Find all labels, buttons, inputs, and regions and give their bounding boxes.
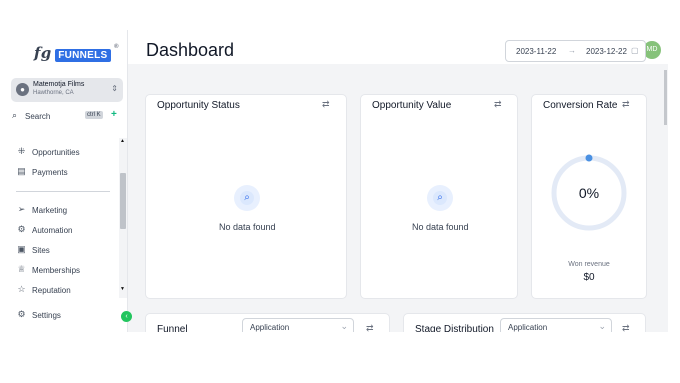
sidebar-item-label: Sites: [32, 246, 50, 255]
sidebar-item-label: Marketing: [32, 206, 68, 215]
arrow-right-icon: →: [568, 46, 576, 55]
payments-icon: ▤: [17, 166, 26, 176]
collapse-sidebar-icon[interactable]: ‹: [121, 311, 132, 322]
account-name: Matemotja Films: [33, 81, 85, 88]
app-window: fg FUNNELS ® ● Matemotja Films Hawthorne…: [0, 30, 668, 332]
funnel-card: Funnel Application ⌄ ⇄: [145, 313, 390, 332]
date-start: 2023-11-22: [516, 47, 557, 56]
opportunity-status-card: Opportunity Status ⇄ ⌕ No data found: [145, 94, 347, 299]
select-value: Application: [250, 323, 290, 332]
sidebar-item-label: Reputation: [32, 286, 71, 295]
search-shortcut: ctrl K: [85, 111, 103, 119]
memberships-icon: ♕: [17, 264, 26, 274]
empty-state-icon: ⌕: [234, 185, 260, 211]
calendar-icon: ▢: [631, 46, 639, 55]
account-switcher[interactable]: ● Matemotja Films Hawthorne, CA ⇕: [11, 78, 123, 102]
swap-icon[interactable]: ⇄: [366, 323, 374, 332]
sidebar-item-label: Opportunities: [32, 148, 80, 157]
select-value: Application: [508, 323, 548, 332]
funnel-select[interactable]: Application ⌄: [242, 318, 354, 332]
sidebar: fg FUNNELS ® ● Matemotja Films Hawthorne…: [0, 30, 128, 332]
logo-fg: fg: [34, 44, 52, 62]
card-title: Stage Distribution: [415, 324, 494, 332]
chevron-down-icon: ⌄: [598, 321, 606, 331]
opportunity-value-card: Opportunity Value ⇄ ⌕ No data found: [360, 94, 518, 299]
empty-state-text: No data found: [219, 222, 276, 232]
swap-icon[interactable]: ⇄: [494, 99, 502, 110]
chevron-updown-icon: ⇕: [111, 84, 118, 93]
search-icon: ⌕: [433, 191, 447, 205]
swap-icon[interactable]: ⇄: [622, 99, 630, 110]
search-icon: ⌕: [240, 191, 254, 205]
brand-logo[interactable]: fg FUNNELS ®: [34, 44, 119, 62]
main-scrollbar-thumb[interactable]: [664, 70, 667, 125]
conversion-rate-card: Conversion Rate ⇄ 0% Won revenue $0: [531, 94, 647, 299]
search-bar[interactable]: ⌕ Search ctrl K +: [12, 109, 120, 124]
sidebar-divider: [16, 191, 110, 192]
star-icon: ☆: [17, 284, 26, 294]
quick-add-icon[interactable]: +: [111, 109, 117, 120]
date-end: 2023-12-22: [586, 47, 627, 56]
sidebar-item-label: Memberships: [32, 266, 81, 275]
date-range-picker[interactable]: 2023-11-22 → 2023-12-22 ▢: [505, 40, 646, 62]
scroll-down-icon[interactable]: ▼: [120, 286, 125, 292]
card-title: Opportunity Value: [372, 100, 452, 111]
search-icon: ⌕: [12, 110, 18, 120]
swap-icon[interactable]: ⇄: [322, 99, 330, 110]
stage-distribution-card: Stage Distribution Application ⌄ ⇄: [403, 313, 646, 332]
stage-distribution-select[interactable]: Application ⌄: [500, 318, 612, 332]
chevron-down-icon: ⌄: [340, 321, 348, 331]
donut-progress-dot: [585, 154, 593, 162]
logo-funnels: FUNNELS: [55, 49, 111, 62]
automation-icon: ⚙: [17, 224, 26, 234]
card-title: Conversion Rate: [543, 100, 618, 111]
sidebar-scrollbar-thumb[interactable]: [120, 173, 126, 229]
send-icon: ➢: [17, 204, 26, 214]
won-revenue-value: $0: [583, 272, 595, 283]
sites-icon: ▣: [17, 244, 26, 254]
account-location: Hawthorne, CA: [33, 90, 74, 96]
search-label: Search: [25, 112, 51, 121]
sidebar-item-label: Automation: [32, 226, 73, 235]
card-title: Opportunity Status: [157, 100, 240, 111]
swap-icon[interactable]: ⇄: [622, 323, 630, 332]
scroll-up-icon[interactable]: ▲: [120, 138, 125, 144]
sidebar-item-label: Payments: [32, 168, 68, 177]
opportunities-icon: ⁜: [17, 146, 26, 156]
empty-state-text: No data found: [412, 222, 469, 232]
won-revenue-label: Won revenue: [568, 261, 610, 268]
conversion-rate-value: 0%: [578, 185, 600, 201]
logo-registered-mark: ®: [114, 44, 119, 50]
sidebar-item-label: Settings: [32, 311, 61, 320]
empty-state-icon: ⌕: [427, 185, 453, 211]
page-title: Dashboard: [146, 40, 235, 60]
card-title: Funnel: [157, 324, 188, 332]
account-avatar-icon: ●: [16, 83, 29, 96]
gear-icon: ⚙: [17, 309, 26, 319]
